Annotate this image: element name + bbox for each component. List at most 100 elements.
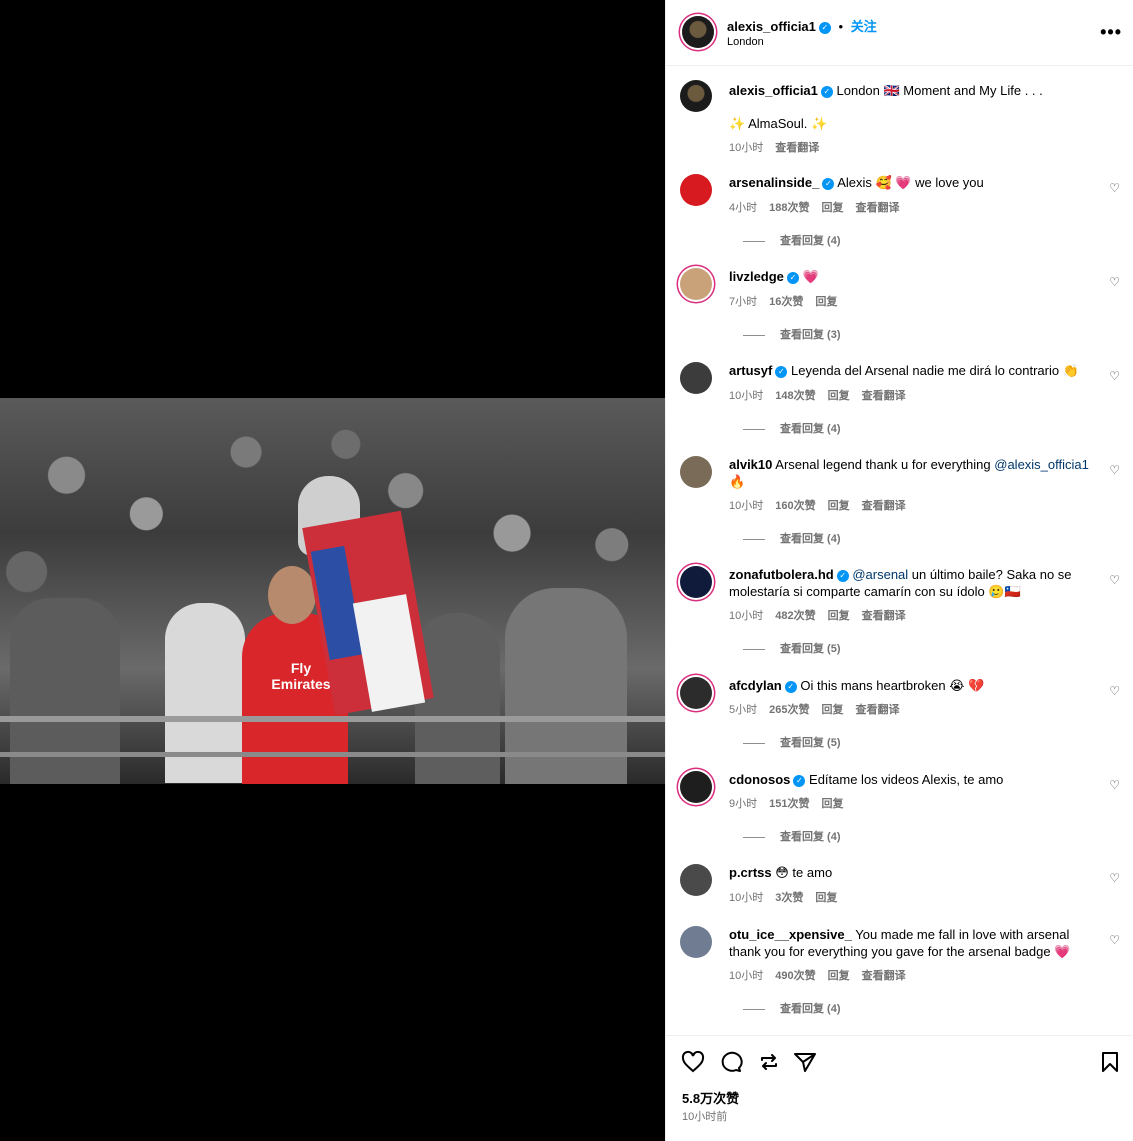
caption-time[interactable]: 10小时 (729, 142, 763, 154)
comment-username[interactable]: livzledge (729, 269, 784, 284)
comment-reply-button[interactable]: 回复 (828, 500, 850, 512)
comment-avatar[interactable] (680, 864, 712, 896)
comment-username[interactable]: otu_ice__xpensive_ (729, 927, 852, 942)
comment-time[interactable]: 4小时 (729, 202, 757, 214)
comment-like-icon[interactable]: ♡ (1109, 463, 1120, 477)
more-icon[interactable]: ••• (1100, 22, 1122, 43)
comment-likes[interactable]: 151次赞 (769, 798, 809, 810)
heart-icon[interactable] (681, 1050, 705, 1077)
comment-mention[interactable]: @arsenal (852, 567, 908, 582)
view-replies-button[interactable]: 查看回复 (5) (743, 734, 841, 750)
bookmark-icon[interactable] (1099, 1051, 1121, 1077)
comment-avatar[interactable] (680, 362, 712, 394)
view-replies-button[interactable]: 查看回复 (4) (743, 232, 841, 248)
comment-translate[interactable]: 查看翻译 (862, 390, 906, 402)
author-avatar[interactable] (682, 16, 714, 48)
caption-translate[interactable]: 查看翻译 (775, 142, 819, 154)
comment-avatar[interactable] (680, 677, 712, 709)
comment-avatar[interactable] (680, 268, 712, 300)
comment-body: 💗 (802, 269, 819, 284)
author-username[interactable]: alexis_officia1 (727, 19, 816, 34)
send-icon[interactable] (793, 1051, 817, 1077)
comment-time[interactable]: 10小时 (729, 970, 763, 982)
comment-translate[interactable]: 查看翻译 (862, 500, 906, 512)
comment-username[interactable]: arsenalinside_ (729, 175, 819, 190)
follow-button[interactable]: 关注 (851, 19, 877, 34)
comment-avatar[interactable] (680, 566, 712, 598)
comment-like-icon[interactable]: ♡ (1109, 275, 1120, 289)
replies-line (743, 836, 765, 838)
replies-line (743, 240, 765, 242)
view-replies-button[interactable]: 查看回复 (4) (743, 828, 841, 844)
comment-time[interactable]: 9小时 (729, 798, 757, 810)
post-media[interactable]: Fly Emirates (0, 0, 665, 1141)
comment-reply-button[interactable]: 回复 (821, 202, 843, 214)
view-replies-button[interactable]: 查看回复 (3) (743, 326, 841, 342)
comment-likes[interactable]: 148次赞 (775, 390, 815, 402)
comment-reply-button[interactable]: 回复 (815, 892, 837, 904)
comment-username[interactable]: p.crtss (729, 865, 772, 880)
comment: arsenalinside_ ✓ Alexis 🥰 💗 we love you ♡… (680, 172, 1120, 252)
comment-time[interactable]: 5小时 (729, 704, 757, 716)
comment-meta: 10小时 3次赞 回复 (729, 889, 849, 905)
caption-text: alexis_officia1 ✓ London 🇬🇧 Moment and My… (729, 82, 1099, 99)
comment-like-icon[interactable]: ♡ (1109, 778, 1120, 792)
comment-likes[interactable]: 160次赞 (775, 500, 815, 512)
comment-like-icon[interactable]: ♡ (1109, 871, 1120, 885)
comment-likes[interactable]: 188次赞 (769, 202, 809, 214)
comment-username[interactable]: afcdylan (729, 678, 782, 693)
comment-reply-button[interactable]: 回复 (828, 390, 850, 402)
comment-likes[interactable]: 490次赞 (775, 970, 815, 982)
comment-username[interactable]: cdonosos (729, 772, 790, 787)
verified-icon: ✓ (836, 569, 849, 582)
comment-reply-button[interactable]: 回复 (828, 610, 850, 622)
comment-likes[interactable]: 265次赞 (769, 704, 809, 716)
caption-meta: 10小时 查看翻译 (729, 139, 831, 155)
comment-username[interactable]: alvik10 (729, 457, 772, 472)
comment-time[interactable]: 10小时 (729, 390, 763, 402)
comment-likes[interactable]: 3次赞 (775, 892, 803, 904)
share-icon[interactable] (757, 1051, 781, 1077)
view-replies-button[interactable]: 查看回复 (5) (743, 640, 841, 656)
comment-time[interactable]: 10小时 (729, 892, 763, 904)
comment-likes[interactable]: 16次赞 (769, 296, 803, 308)
comment-avatar[interactable] (680, 456, 712, 488)
caption-avatar[interactable] (680, 80, 712, 112)
comment-username[interactable]: zonafutbolera.hd (729, 567, 834, 582)
view-replies-button[interactable]: 查看回复 (4) (743, 420, 841, 436)
comment-translate[interactable]: 查看翻译 (862, 610, 906, 622)
comment-translate[interactable]: 查看翻译 (855, 704, 899, 716)
comment-time[interactable]: 10小时 (729, 500, 763, 512)
caption-username[interactable]: alexis_officia1 (729, 83, 818, 98)
replies-line (743, 334, 765, 336)
like-count[interactable]: 5.8万次赞 (682, 1088, 739, 1107)
post-location[interactable]: London (727, 36, 764, 48)
comment-avatar[interactable] (680, 926, 712, 958)
comment-translate[interactable]: 查看翻译 (862, 970, 906, 982)
comment-translate[interactable]: 查看翻译 (855, 202, 899, 214)
view-replies-button[interactable]: 查看回复 (4) (743, 1000, 841, 1016)
comment-like-icon[interactable]: ♡ (1109, 684, 1120, 698)
comment-likes[interactable]: 482次赞 (775, 610, 815, 622)
comment-reply-button[interactable]: 回复 (828, 970, 850, 982)
comment-avatar[interactable] (680, 771, 712, 803)
comment-like-icon[interactable]: ♡ (1109, 181, 1120, 195)
comment-time[interactable]: 7小时 (729, 296, 757, 308)
view-replies-label: 查看回复 (4) (780, 423, 841, 435)
comment-reply-button[interactable]: 回复 (821, 798, 843, 810)
comment-icon[interactable] (719, 1051, 743, 1077)
comment-time[interactable]: 10小时 (729, 610, 763, 622)
comment-like-icon[interactable]: ♡ (1109, 369, 1120, 383)
comment-username[interactable]: artusyf (729, 363, 772, 378)
comment-reply-button[interactable]: 回复 (821, 704, 843, 716)
verified-icon: ✓ (793, 774, 806, 787)
comment-mention[interactable]: @alexis_officia1 (994, 457, 1089, 472)
caption-line2: ✨ AlmaSoul. ✨ (729, 116, 828, 131)
post-time[interactable]: 10小时前 (682, 1108, 727, 1124)
comment-reply-button[interactable]: 回复 (815, 296, 837, 308)
view-replies-label: 查看回复 (3) (780, 329, 841, 341)
comment-like-icon[interactable]: ♡ (1109, 573, 1120, 587)
comment-avatar[interactable] (680, 174, 712, 206)
view-replies-button[interactable]: 查看回复 (4) (743, 530, 841, 546)
comment-like-icon[interactable]: ♡ (1109, 933, 1120, 947)
